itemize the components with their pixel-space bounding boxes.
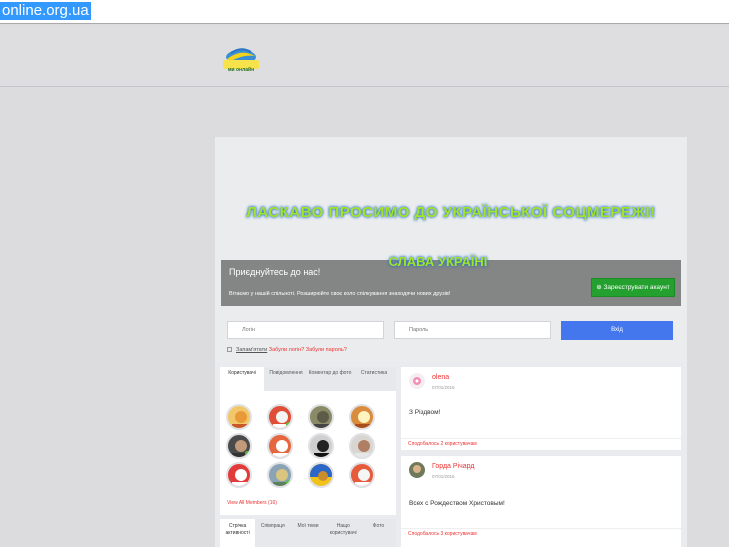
post-text: Всех с Рождеством Христовым!: [409, 500, 505, 507]
main-content: ЛАСКАВО ПРОСИМО ДО УКРАЇНСЬКОЇ СОЦМЕРЕЖІ…: [215, 137, 687, 547]
avatar[interactable]: [267, 404, 293, 430]
avatar[interactable]: [349, 462, 375, 488]
avatar[interactable]: [226, 462, 252, 488]
activity-tabs: Стрічка активності Співпраця Мої теми На…: [220, 519, 396, 547]
user-icon: [314, 440, 332, 457]
user-icon: [355, 469, 373, 486]
tab-my-topics[interactable]: Мої теми: [290, 519, 325, 547]
url-text[interactable]: online.org.ua: [0, 2, 91, 20]
users-tabs: Користувачі Повідомлення Коментар до фот…: [220, 367, 396, 391]
remember-row: Запам'ятати Забули логін? Забули пароль?: [227, 347, 347, 353]
post-time: 07/01/2016: [432, 385, 455, 390]
view-all-members-link[interactable]: View All Members (16): [227, 500, 277, 506]
login-button[interactable]: Вхід: [561, 321, 673, 340]
tab-photos[interactable]: Фото: [361, 519, 396, 547]
register-button[interactable]: ⊕ Зареєструвати акаунт: [591, 278, 675, 297]
login-input[interactable]: [227, 321, 384, 339]
post-card: olena 07/01/2016 З Різдвом! Сподобалось …: [401, 367, 681, 450]
avatar[interactable]: [308, 433, 334, 459]
post-card: Горда Річард 07/01/2016 Всех с Рождество…: [401, 456, 681, 547]
post-text: З Різдвом!: [409, 409, 441, 416]
flower-icon: [409, 373, 425, 389]
user-icon: [409, 462, 425, 478]
join-description: Вітаємо у нашій спільноті. Розширюйте св…: [229, 291, 451, 297]
post-author[interactable]: Горда Річард: [432, 463, 474, 470]
user-icon: [232, 411, 250, 428]
tab-messages[interactable]: Повідомлення: [264, 367, 308, 391]
user-icon: [355, 411, 373, 428]
user-icon: [355, 440, 373, 457]
online-indicator: [245, 451, 250, 456]
tab-users-two[interactable]: Нащо користувачі: [326, 519, 361, 547]
join-title: Приєднуйтесь до нас!: [229, 267, 321, 277]
forgot-password-link[interactable]: Забули пароль?: [306, 347, 347, 353]
address-bar[interactable]: online.org.ua: [0, 0, 729, 24]
tab-photo-comments[interactable]: Коментар до фото: [308, 367, 352, 391]
post-time: 07/01/2016: [432, 474, 455, 479]
site-logo[interactable]: [221, 44, 261, 82]
post-avatar[interactable]: [409, 373, 425, 389]
login-form: Вхід Запам'ятати Забули логін? Забули па…: [221, 317, 681, 361]
hero-title: ЛАСКАВО ПРОСИМО ДО УКРАЇНСЬКОЇ СОЦМЕРЕЖІ…: [246, 204, 656, 221]
forgot-login-link[interactable]: Забули логін?: [269, 347, 305, 353]
tab-cooperation[interactable]: Співпраця: [255, 519, 290, 547]
tab-activity-feed[interactable]: Стрічка активності: [220, 519, 256, 547]
avatar[interactable]: [349, 433, 375, 459]
tab-statistics[interactable]: Статистика: [352, 367, 396, 391]
avatar[interactable]: [226, 404, 252, 430]
post-avatar[interactable]: [409, 462, 425, 478]
post-likes[interactable]: Сподобалось 3 користувачам: [401, 528, 681, 538]
hero-subtitle: СЛАВА УКРАЇНІ: [388, 254, 488, 269]
logo-icon: [223, 48, 259, 69]
user-icon: [273, 440, 291, 457]
online-indicator: [286, 480, 291, 485]
remember-label[interactable]: Запам'ятати: [236, 347, 267, 353]
tab-users[interactable]: Користувачі: [220, 367, 264, 391]
avatar[interactable]: [349, 404, 375, 430]
user-icon: [232, 469, 250, 486]
activity-widget: Стрічка активності Співпраця Мої теми На…: [220, 519, 396, 547]
users-widget: Користувачі Повідомлення Коментар до фот…: [220, 367, 396, 515]
avatar[interactable]: [308, 462, 334, 488]
user-icon: [310, 464, 332, 481]
online-indicator: [286, 422, 291, 427]
user-icon: [314, 411, 332, 428]
avatar[interactable]: [267, 462, 293, 488]
avatar[interactable]: [308, 404, 334, 430]
post-likes[interactable]: Сподобалось 2 користувачам: [401, 438, 681, 448]
avatar[interactable]: [267, 433, 293, 459]
logo-text: ми онлайн: [227, 67, 255, 73]
password-input[interactable]: [394, 321, 551, 339]
site-header: ми онлайн: [0, 25, 729, 87]
avatar[interactable]: [226, 433, 252, 459]
remember-checkbox[interactable]: [227, 347, 232, 353]
post-author[interactable]: olena: [432, 374, 449, 381]
